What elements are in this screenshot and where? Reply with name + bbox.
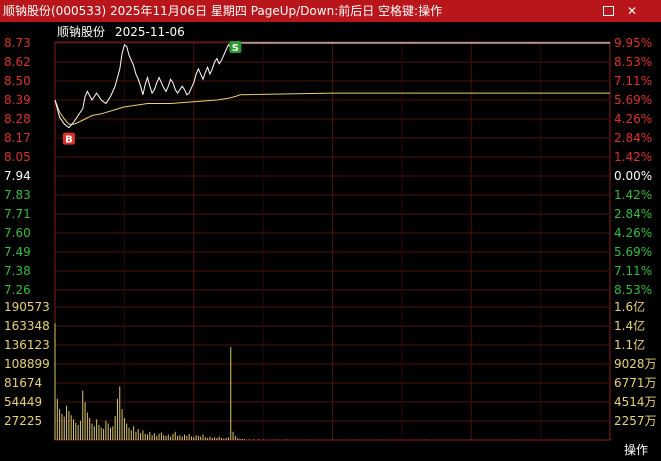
chart-date: 2025-11-06 xyxy=(115,25,185,39)
chart-stock-name: 顺钠股份 xyxy=(57,24,105,39)
amount-tick-label: 6771万 xyxy=(614,376,657,390)
price-tick-label: 7.60 xyxy=(4,226,31,240)
price-tick-label: 7.71 xyxy=(4,207,31,221)
pct-tick-label: 8.53% xyxy=(614,283,652,297)
pct-tick-label: 1.42% xyxy=(614,150,652,164)
window-titlebar: 顺钠股份(000533) 2025年11月06日 星期四 PageUp/Down… xyxy=(0,0,661,22)
volume-tick-label: 81674 xyxy=(4,376,42,390)
amount-tick-label: 4514万 xyxy=(614,395,657,409)
operate-button[interactable]: 操作 xyxy=(611,441,661,459)
volume-tick-label: 27225 xyxy=(4,414,42,428)
amount-tick-label: 2257万 xyxy=(614,414,657,428)
price-tick-label: 8.17 xyxy=(4,131,31,145)
price-tick-label: 7.94 xyxy=(4,169,31,183)
price-tick-label: 7.83 xyxy=(4,188,31,202)
pct-tick-label: 5.69% xyxy=(614,93,652,107)
pct-tick-label: 4.26% xyxy=(614,112,652,126)
amount-tick-label: 1.6亿 xyxy=(614,299,645,314)
price-tick-label: 8.50 xyxy=(4,74,31,88)
pct-tick-label: 2.84% xyxy=(614,207,652,221)
pct-tick-label: 4.26% xyxy=(614,226,652,240)
price-tick-label: 7.38 xyxy=(4,264,31,278)
volume-tick-label: 190573 xyxy=(4,300,50,314)
close-icon[interactable]: ✕ xyxy=(624,0,640,22)
pct-tick-label: 1.42% xyxy=(614,188,652,202)
pct-tick-label: 5.69% xyxy=(614,245,652,259)
amount-tick-label: 1.4亿 xyxy=(614,318,645,333)
amount-tick-label: 1.1亿 xyxy=(614,337,645,352)
pct-tick-label: 2.84% xyxy=(614,131,652,145)
price-tick-label: 7.26 xyxy=(4,283,31,297)
pct-tick-label: 0.00% xyxy=(614,169,652,183)
volume-tick-label: 54449 xyxy=(4,395,42,409)
sell-marker-label: S xyxy=(232,43,239,54)
maximize-icon[interactable] xyxy=(600,0,616,22)
pct-tick-label: 7.11% xyxy=(614,264,652,278)
pct-tick-label: 8.53% xyxy=(614,55,652,69)
price-tick-label: 8.73 xyxy=(4,36,31,50)
price-tick-label: 8.62 xyxy=(4,55,31,69)
pct-tick-label: 7.11% xyxy=(614,74,652,88)
volume-tick-label: 136123 xyxy=(4,338,50,352)
pct-tick-label: 9.95% xyxy=(614,36,652,50)
intraday-chart[interactable]: 8.73 8.62 8.50 8.39 8.28 8.17 8.05 7.94 7.83 7.71… xyxy=(0,22,661,442)
price-tick-label: 8.28 xyxy=(4,112,31,126)
window-title: 顺钠股份(000533) 2025年11月06日 星期四 PageUp/Down… xyxy=(3,4,443,18)
amount-tick-label: 9028万 xyxy=(614,357,657,371)
volume-tick-label: 163348 xyxy=(4,319,50,333)
buy-marker-label: B xyxy=(65,135,73,146)
price-tick-label: 8.05 xyxy=(4,150,31,164)
price-tick-label: 8.39 xyxy=(4,93,31,107)
volume-tick-label: 108899 xyxy=(4,357,50,371)
price-tick-label: 7.49 xyxy=(4,245,31,259)
